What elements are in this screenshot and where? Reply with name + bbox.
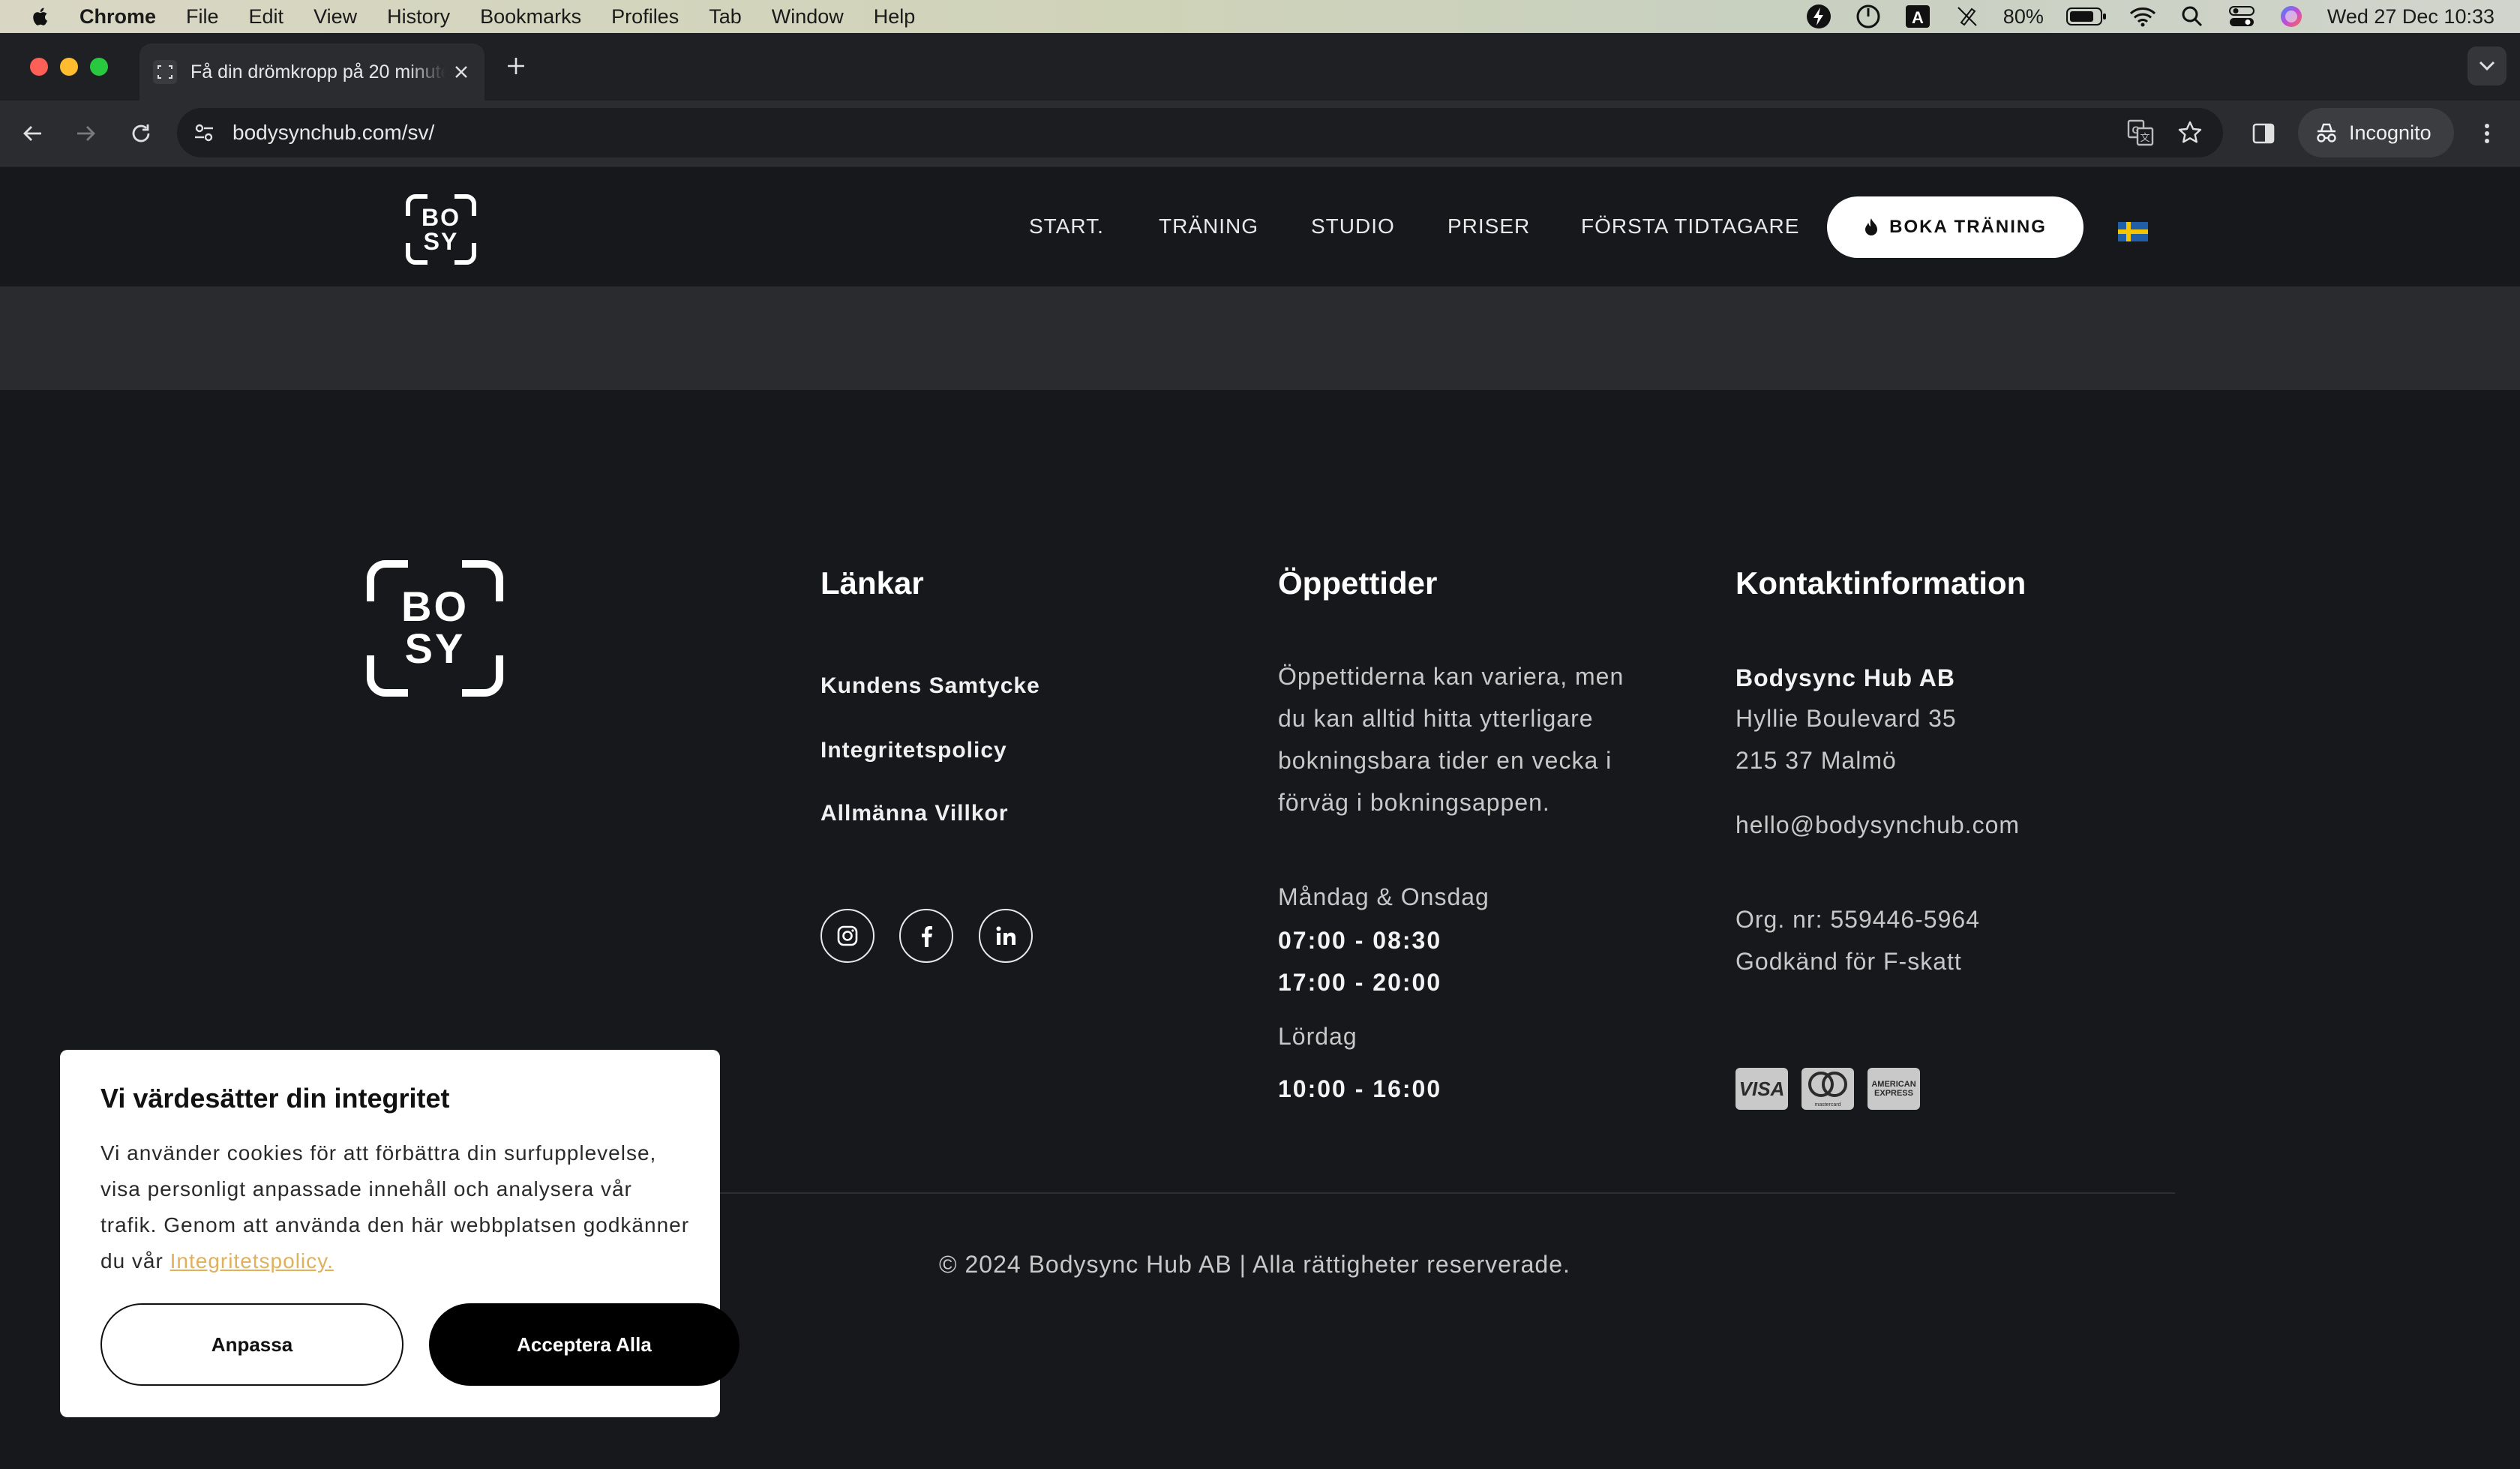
facebook-icon[interactable] — [899, 909, 953, 963]
logo-text-bottom: SY — [423, 228, 459, 255]
links-heading: Länkar — [820, 565, 924, 601]
menu-help[interactable]: Help — [874, 5, 916, 28]
menu-view[interactable]: View — [314, 5, 357, 28]
menu-chrome[interactable]: Chrome — [80, 5, 156, 28]
instagram-icon[interactable] — [820, 909, 874, 963]
translate-icon[interactable]: G文 — [2124, 116, 2157, 149]
nav-forsta-tidtagare[interactable]: FÖRSTA TIDTAGARE — [1581, 214, 1799, 238]
nav-priser[interactable]: PRISER — [1448, 214, 1530, 238]
menu-file[interactable]: File — [186, 5, 219, 28]
menu-edit[interactable]: Edit — [249, 5, 284, 28]
footer-logo[interactable]: BO SY — [366, 559, 504, 697]
copyright-text: © 2024 Bodysync Hub AB | Alla rättighete… — [939, 1251, 1570, 1278]
side-panel-icon[interactable] — [2244, 114, 2283, 153]
city-address: 215 37 Malmö — [1736, 747, 1897, 774]
hours-intro-line-3: bokningsbara tider en vecka i — [1278, 747, 1612, 774]
menu-bookmarks[interactable]: Bookmarks — [480, 5, 581, 28]
link-integritetspolicy[interactable]: Integritetspolicy — [820, 738, 1007, 763]
new-tab-plus-icon[interactable] — [501, 51, 531, 81]
tab-title: Få din drömkropp på 20 minuter — [190, 61, 446, 82]
cookie-consent-dialog: Vi värdesätter din integritet Vi använde… — [60, 1050, 740, 1417]
company-name: Bodysync Hub AB — [1736, 664, 1955, 691]
chrome-menu-kebab-icon[interactable] — [2468, 114, 2506, 153]
nav-traning[interactable]: TRÄNING — [1159, 214, 1258, 238]
svg-text:A: A — [1912, 8, 1924, 27]
american-express-icon: AMERICAN EXPRESS — [1868, 1068, 1920, 1110]
svg-text:文: 文 — [2140, 132, 2150, 143]
hours-intro-line-2: du kan alltid hitta ytterligare — [1278, 705, 1594, 732]
browser-tab-active[interactable]: Få din drömkropp på 20 minuter — [140, 43, 484, 100]
book-training-button[interactable]: BOKA TRÄNING — [1827, 196, 2084, 258]
content-band — [0, 286, 2520, 390]
cookie-privacy-link[interactable]: Integritetspolicy. — [170, 1249, 334, 1273]
weekday-time-evening: 17:00 - 20:00 — [1278, 969, 1442, 996]
incognito-label: Incognito — [2349, 121, 2432, 144]
accept-all-button[interactable]: Acceptera Alla — [429, 1303, 740, 1386]
menu-history[interactable]: History — [387, 5, 450, 28]
forward-arrow-icon[interactable] — [66, 114, 105, 153]
nav-studio[interactable]: STUDIO — [1311, 214, 1395, 238]
weekday-label: Måndag & Onsdag — [1278, 883, 1490, 910]
link-kundens-samtycke[interactable]: Kundens Samtycke — [820, 673, 1040, 699]
browser-tab-strip: Få din drömkropp på 20 minuter — [0, 33, 2520, 100]
hours-intro-line-4: förväg i bokningsappen. — [1278, 789, 1550, 816]
site-settings-icon[interactable] — [188, 116, 220, 149]
window-close-button[interactable] — [30, 58, 48, 76]
footer-logo-text-bottom: SY — [404, 625, 466, 672]
incognito-badge[interactable]: Incognito — [2298, 108, 2454, 157]
contact-email[interactable]: hello@bodysynchub.com — [1736, 804, 2020, 846]
link-allmanna-villkor[interactable]: Allmänna Villkor — [820, 801, 1009, 826]
macos-menu-bar: Chrome File Edit View History Bookmarks … — [0, 0, 2520, 33]
control-center-icon[interactable] — [2228, 3, 2255, 30]
weekday-time-morning: 07:00 - 08:30 — [1278, 927, 1442, 954]
org-number: Org. nr: 559446-5964 — [1736, 906, 1980, 933]
saturday-label: Lördag — [1278, 1023, 1358, 1050]
spotlight-search-icon[interactable] — [2179, 3, 2206, 30]
mastercard-icon: mastercard — [1802, 1068, 1854, 1110]
bookmark-star-icon[interactable] — [2174, 116, 2206, 149]
window-zoom-button[interactable] — [90, 58, 108, 76]
tab-search-chevron-icon[interactable] — [2468, 46, 2506, 85]
browser-toolbar: bodysynchub.com/sv/ G文 Incognito — [0, 100, 2520, 166]
site-favicon-icon — [153, 60, 177, 84]
street-address: Hyllie Boulevard 35 — [1736, 705, 1957, 732]
hours-heading: Öppettider — [1278, 565, 1438, 601]
nav-start[interactable]: START. — [1029, 214, 1104, 238]
power-icon[interactable] — [1855, 3, 1882, 30]
address-bar[interactable]: bodysynchub.com/sv/ G文 — [177, 108, 2223, 157]
contact-heading: Kontaktinformation — [1736, 565, 2026, 601]
window-minimize-button[interactable] — [60, 58, 78, 76]
site-header: BO SY START. TRÄNING STUDIO PRISER FÖRST… — [0, 166, 2520, 286]
bolt-icon[interactable] — [1805, 3, 1832, 30]
menu-tab[interactable]: Tab — [709, 5, 742, 28]
book-training-label: BOKA TRÄNING — [1889, 217, 2047, 237]
saturday-time: 10:00 - 16:00 — [1278, 1075, 1442, 1102]
back-arrow-icon[interactable] — [14, 114, 52, 153]
siri-icon[interactable] — [2278, 3, 2305, 30]
swedish-flag-icon[interactable] — [2118, 222, 2148, 241]
cookie-body: Vi använder cookies för att förbättra di… — [100, 1135, 693, 1279]
hours-intro-line-1: Öppettiderna kan variera, men — [1278, 663, 1624, 690]
tab-close-icon[interactable] — [452, 62, 471, 82]
footer-divider — [720, 1192, 2175, 1194]
site-logo[interactable]: BO SY — [405, 193, 477, 265]
pen-off-icon[interactable] — [1954, 3, 1981, 30]
keyboard-input-icon[interactable]: A — [1904, 3, 1931, 30]
menu-window[interactable]: Window — [772, 5, 844, 28]
flame-icon — [1865, 218, 1878, 235]
incognito-icon — [2317, 123, 2336, 142]
wifi-icon[interactable] — [2129, 3, 2156, 30]
apple-icon[interactable] — [28, 4, 50, 28]
battery-icon[interactable] — [2066, 3, 2107, 30]
linkedin-icon[interactable] — [979, 909, 1033, 963]
menu-profiles[interactable]: Profiles — [611, 5, 679, 28]
datetime[interactable]: Wed 27 Dec 10:33 — [2327, 5, 2494, 28]
reload-icon[interactable] — [122, 114, 160, 153]
customize-button[interactable]: Anpassa — [100, 1303, 404, 1386]
tax-status: Godkänd för F-skatt — [1736, 948, 1962, 975]
battery-percent: 80% — [2002, 4, 2044, 28]
cookie-title: Vi värdesätter din integritet — [100, 1083, 450, 1114]
url-text[interactable]: bodysynchub.com/sv/ — [232, 121, 434, 145]
visa-card-icon: VISA — [1736, 1068, 1788, 1110]
